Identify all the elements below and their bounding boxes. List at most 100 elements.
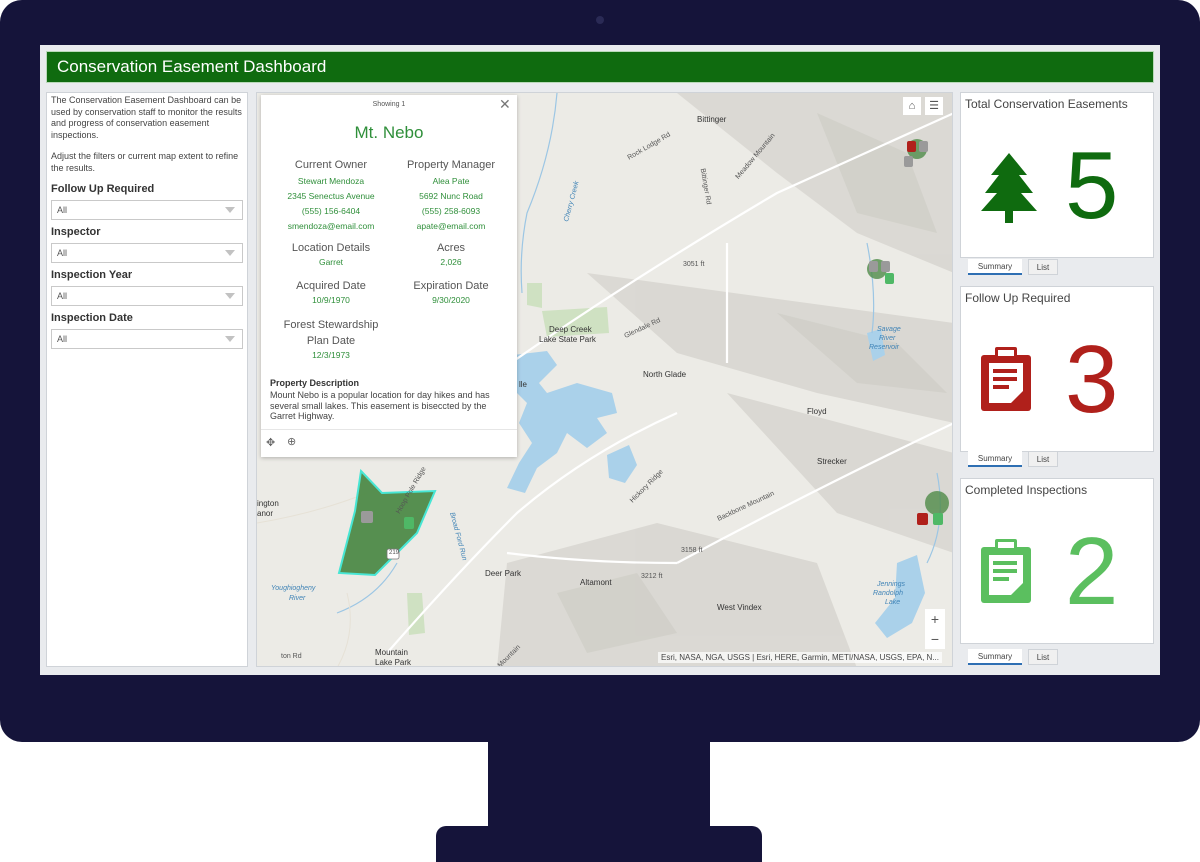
- popup-feature-count: Showing 1: [372, 101, 406, 108]
- filter-sidebar: The Conservation Easement Dashboard can …: [46, 92, 248, 667]
- follow-up-card: Follow Up Required 3: [960, 286, 1154, 452]
- map-view[interactable]: Bittinger Deep Creek Lake State Park Nor…: [256, 92, 953, 667]
- filter-select-follow-up[interactable]: All: [51, 200, 243, 221]
- stewardship-value: 12/3/1973: [312, 350, 350, 360]
- zoom-out-button[interactable]: −: [925, 629, 945, 649]
- place-label: ington: [257, 499, 279, 508]
- acquired-section: Acquired Date 10/9/1970: [271, 280, 391, 308]
- route-shield-label: 219: [389, 550, 400, 556]
- feature-popup: Showing 1 ✕ Mt. Nebo Current Owner Stewa…: [261, 95, 517, 457]
- place-label: Lake Park: [375, 658, 412, 667]
- current-owner-name: Stewart Mendoza: [297, 176, 365, 186]
- filter-label-inspection-year: Inspection Year: [51, 269, 133, 282]
- chevron-down-icon: [225, 293, 235, 300]
- current-owner-phone: (555) 156-6404: [301, 206, 361, 216]
- water-label: Jennings: [877, 581, 906, 588]
- place-label: Altamont: [580, 578, 612, 587]
- filter-value: All: [57, 248, 68, 259]
- chevron-down-icon: [225, 250, 235, 257]
- acres-label: Acres: [436, 242, 466, 254]
- property-manager-phone: (555) 258-6093: [421, 206, 481, 216]
- tab-summary[interactable]: Summary: [968, 649, 1022, 665]
- sidebar-instructions: Adjust the filters or current map extent…: [51, 150, 239, 173]
- stewardship-section: Forest Stewardship Plan Date 12/3/1973: [271, 319, 391, 363]
- sidebar-intro: The Conservation Easement Dashboard can …: [51, 95, 242, 141]
- zoom-in-button[interactable]: +: [925, 609, 945, 629]
- description-title: Property Description: [270, 378, 360, 388]
- property-manager-section: Property Manager Alea Pate 5692 Nunc Roa…: [391, 159, 511, 234]
- clipboard-icon: [981, 539, 1031, 603]
- elevation-label: 3212 ft: [641, 573, 663, 580]
- popup-footer: ✥ ⊕: [261, 429, 517, 458]
- dashboard-header: Conservation Easement Dashboard: [46, 51, 1154, 83]
- place-label: North Glade: [643, 370, 687, 379]
- tab-summary[interactable]: Summary: [968, 259, 1022, 275]
- water-label: Savage: [877, 326, 901, 333]
- filter-select-inspection-date[interactable]: All: [51, 329, 243, 350]
- zoom-to-icon[interactable]: ⊕: [287, 435, 296, 448]
- monitor-stand-base: [436, 826, 762, 862]
- place-label: Strecker: [817, 457, 847, 466]
- card-value: 3: [1065, 326, 1119, 433]
- elevation-label: 3051 ft: [683, 261, 705, 268]
- property-manager-address: 5692 Nunc Road: [419, 191, 483, 201]
- place-label: Lake State Park: [539, 335, 596, 344]
- elevation-label: 3158 ft: [681, 547, 703, 554]
- property-manager-label: Property Manager: [406, 159, 496, 171]
- road-label: ton Rd: [281, 653, 302, 660]
- place-label: Mountain: [375, 648, 408, 657]
- acres-section: Acres 2,026: [391, 242, 511, 270]
- place-label: West Vindex: [717, 603, 762, 612]
- filter-select-inspection-year[interactable]: All: [51, 286, 243, 307]
- legend-list-icon[interactable]: ☰: [925, 97, 943, 115]
- place-label: anor: [257, 509, 274, 518]
- acquired-value: 10/9/1970: [312, 295, 350, 305]
- water-label: Youghiogheny: [271, 585, 316, 592]
- current-owner-address: 2345 Senectus Avenue: [287, 191, 375, 201]
- chevron-down-icon: [225, 336, 235, 343]
- card-value: 2: [1065, 518, 1119, 625]
- place-label: Floyd: [807, 407, 827, 416]
- pan-to-icon[interactable]: ✥: [266, 436, 275, 449]
- description-text: Mount Nebo is a popular location for day…: [270, 390, 490, 421]
- tab-list[interactable]: List: [1028, 259, 1058, 275]
- current-owner-email: smendoza@email.com: [287, 221, 375, 231]
- place-label: Bittinger: [697, 115, 727, 124]
- place-label: lle: [519, 380, 528, 389]
- location-value: Garret: [318, 257, 344, 267]
- tab-list[interactable]: List: [1028, 451, 1058, 467]
- water-label: River: [289, 595, 306, 602]
- close-icon[interactable]: ✕: [499, 96, 511, 113]
- card-title: Completed Inspections: [965, 483, 1088, 497]
- dashboard-title: Conservation Easement Dashboard: [57, 57, 327, 76]
- expiration-label: Expiration Date: [413, 280, 489, 292]
- completed-inspections-card: Completed Inspections 2: [960, 478, 1154, 644]
- stewardship-label-line2: Plan Date: [306, 335, 356, 347]
- filter-select-inspector[interactable]: All: [51, 243, 243, 264]
- stewardship-label: Forest Stewardship: [283, 319, 379, 331]
- popup-title: Mt. Nebo: [354, 123, 424, 142]
- easement-polygon: [337, 468, 437, 577]
- webcam: [596, 16, 604, 24]
- acres-value: 2,026: [440, 257, 462, 267]
- water-label: Randolph: [873, 590, 903, 597]
- home-icon[interactable]: ⌂: [903, 97, 921, 115]
- card-title: Follow Up Required: [965, 291, 1071, 305]
- filter-label-inspection-date: Inspection Date: [51, 312, 133, 325]
- card-value: 5: [1065, 132, 1119, 239]
- filter-value: All: [57, 334, 68, 345]
- tab-summary[interactable]: Summary: [968, 451, 1022, 467]
- tab-list[interactable]: List: [1028, 649, 1058, 665]
- total-easements-card: Total Conservation Easements 5: [960, 92, 1154, 258]
- filter-label-inspector: Inspector: [51, 226, 101, 239]
- water-label: River: [879, 335, 896, 342]
- filter-value: All: [57, 291, 68, 302]
- location-section: Location Details Garret: [271, 242, 391, 270]
- property-manager-email: apate@email.com: [416, 221, 486, 231]
- water-label: Reservoir: [869, 344, 899, 351]
- place-label: Deer Park: [485, 569, 522, 578]
- monitor-stand: [488, 738, 710, 834]
- map-attribution: Esri, NASA, NGA, USGS | Esri, HERE, Garm…: [658, 652, 942, 663]
- expiration-value: 9/30/2020: [432, 295, 470, 305]
- filter-value: All: [57, 205, 68, 216]
